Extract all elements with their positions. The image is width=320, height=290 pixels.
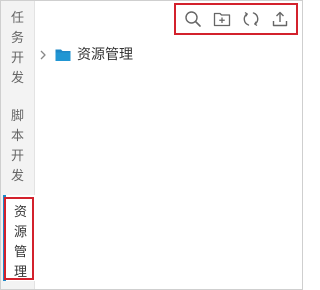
search-icon <box>184 11 201 27</box>
toolbar <box>174 3 298 35</box>
new-folder-icon <box>213 12 230 27</box>
tab-resource-management[interactable]: 资源管理 <box>3 195 35 281</box>
tree-node-label: 资源管理 <box>77 47 133 63</box>
upload-icon <box>272 11 287 27</box>
refresh-button[interactable] <box>239 7 263 31</box>
folder-icon <box>55 49 71 61</box>
tab-label: 任务开发 <box>11 11 25 86</box>
tab-label: 资源管理 <box>14 205 28 280</box>
tab-label: 脚本开发 <box>11 109 25 184</box>
upload-button[interactable] <box>268 7 292 31</box>
tree-node-resource-root[interactable]: 资源管理 <box>37 45 133 65</box>
left-sidebar: 任务开发 脚本开发 资源管理 <box>1 1 35 289</box>
tab-script-development[interactable]: 脚本开发 <box>1 107 34 191</box>
new-folder-button[interactable] <box>210 7 234 31</box>
search-button[interactable] <box>181 7 205 31</box>
resource-panel: 任务开发 脚本开发 资源管理 资源管理 <box>0 0 303 290</box>
refresh-icon <box>243 11 258 27</box>
chevron-right-icon[interactable] <box>37 49 49 61</box>
tab-task-development[interactable]: 任务开发 <box>1 9 34 87</box>
